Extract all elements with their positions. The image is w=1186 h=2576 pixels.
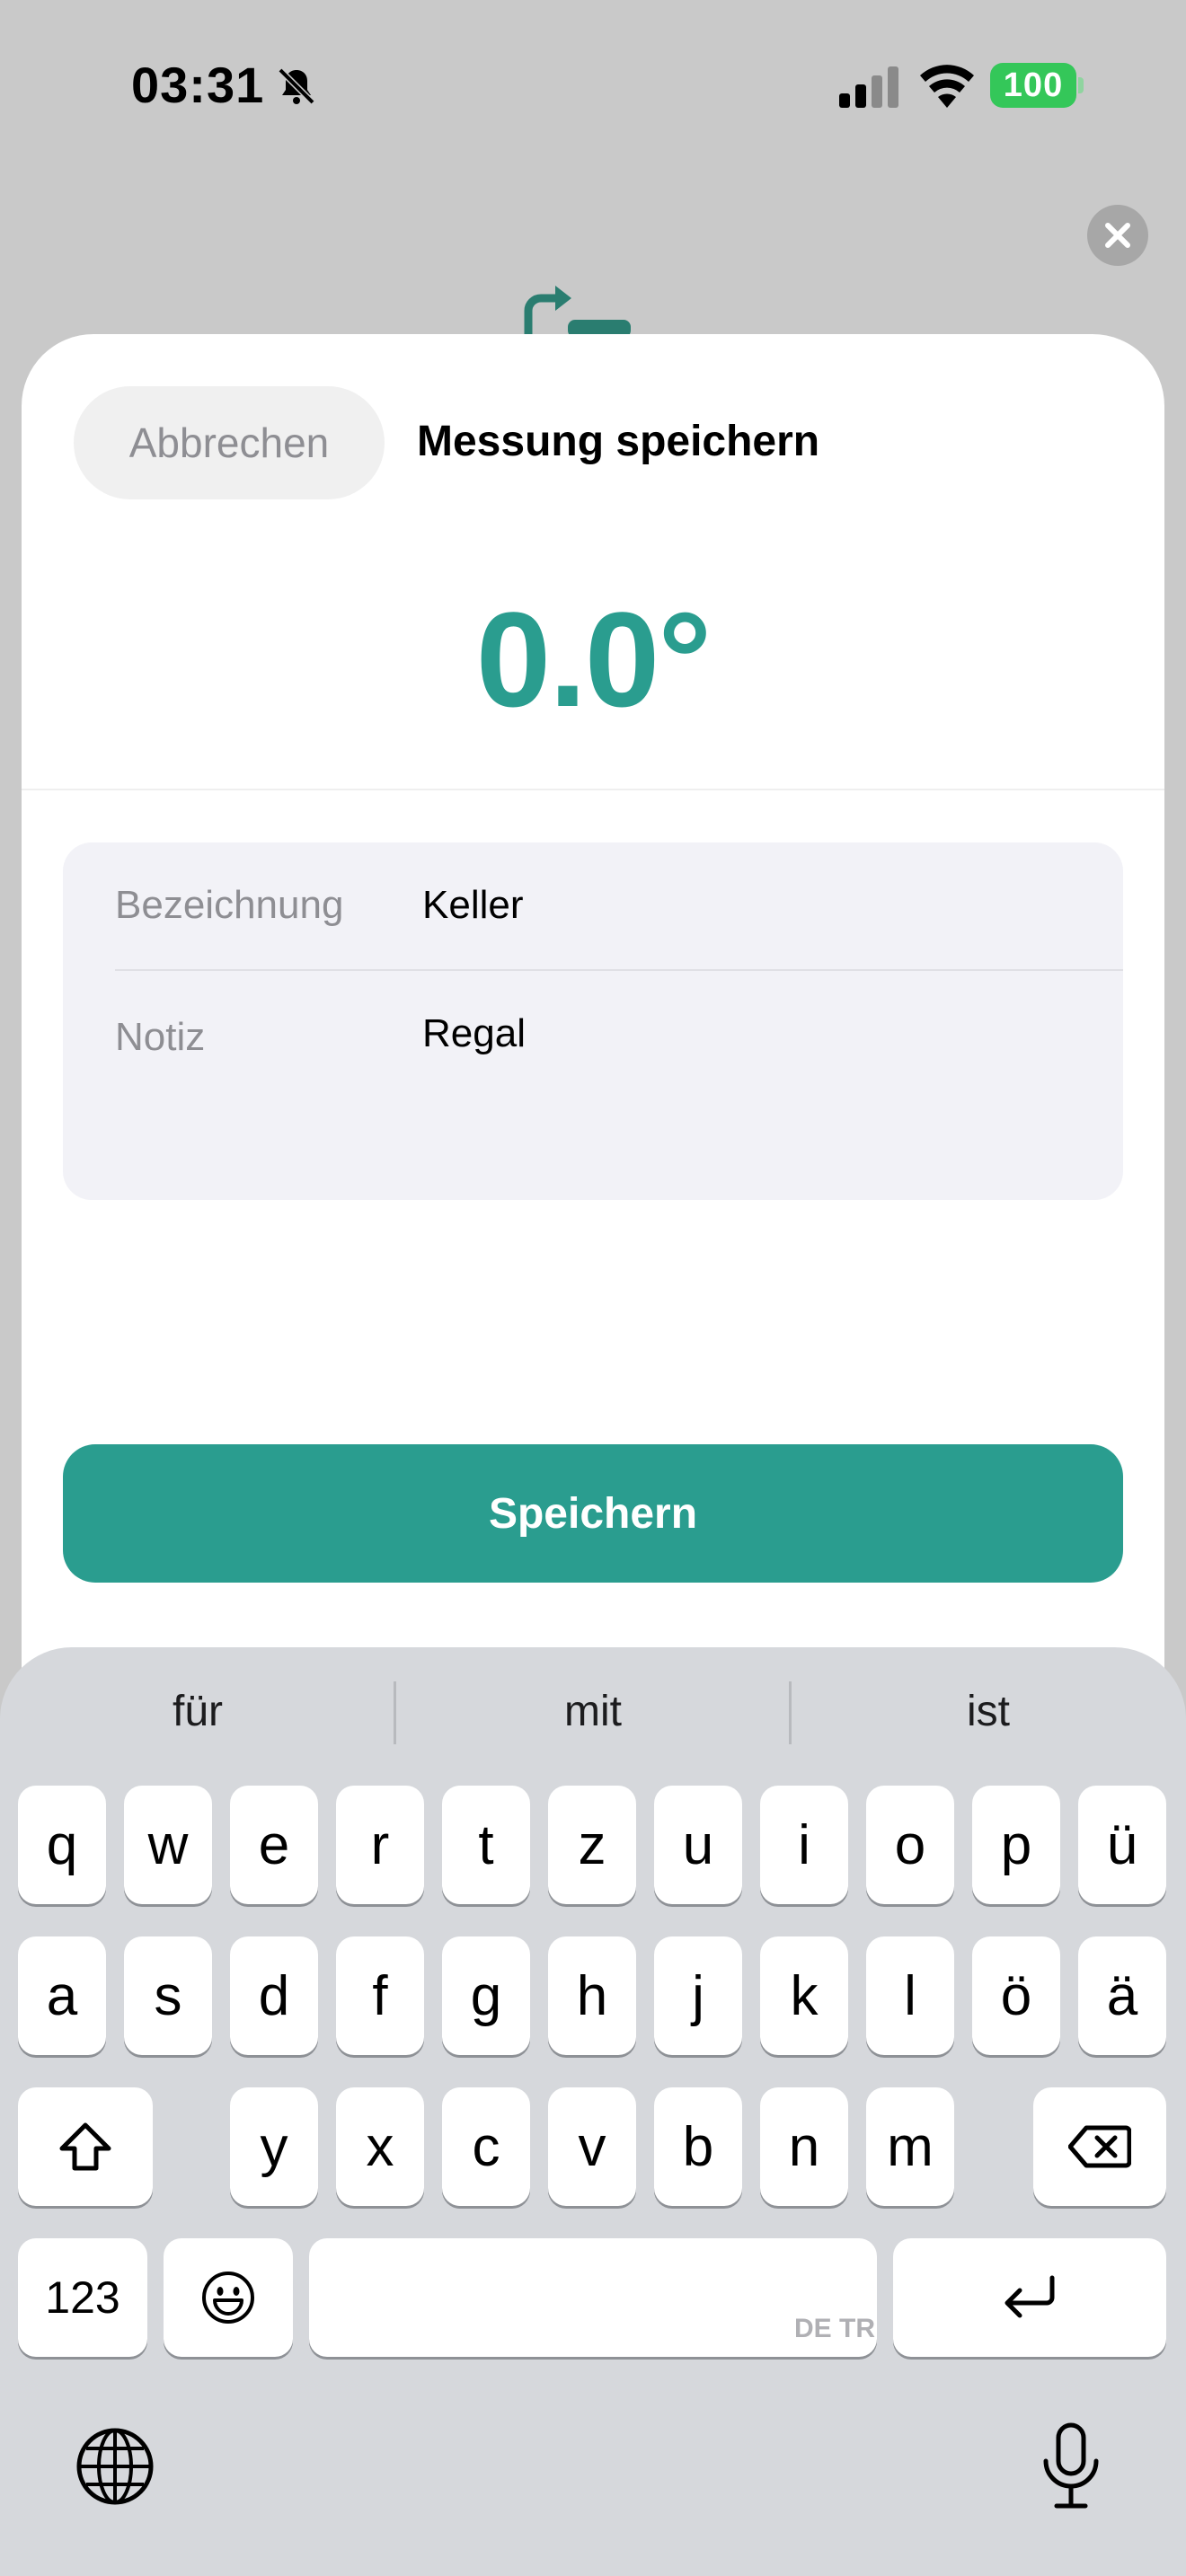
- shift-icon: [59, 2122, 111, 2171]
- microphone-icon[interactable]: [1040, 2422, 1102, 2511]
- rotate-icon: [524, 286, 631, 334]
- suggestion-1[interactable]: für: [54, 1687, 341, 1736]
- key[interactable]: y: [230, 2087, 318, 2206]
- key[interactable]: i: [760, 1786, 848, 1904]
- key[interactable]: b: [654, 2087, 742, 2206]
- suggestion-2[interactable]: mit: [449, 1687, 737, 1736]
- battery-icon: 100: [990, 63, 1076, 108]
- name-field[interactable]: Keller: [422, 883, 524, 928]
- key[interactable]: e: [230, 1786, 318, 1904]
- key[interactable]: k: [760, 1936, 848, 2055]
- key[interactable]: t: [442, 1786, 530, 1904]
- emoji-key[interactable]: [164, 2238, 293, 2357]
- status-time: 03:31: [131, 57, 265, 113]
- key[interactable]: q: [18, 1786, 106, 1904]
- key[interactable]: j: [654, 1936, 742, 2055]
- key[interactable]: u: [654, 1786, 742, 1904]
- key[interactable]: v: [548, 2087, 636, 2206]
- backspace-key[interactable]: [1033, 2087, 1166, 2206]
- suggestion-3[interactable]: ist: [845, 1687, 1132, 1736]
- backspace-icon: [1068, 2125, 1131, 2168]
- key[interactable]: c: [442, 2087, 530, 2206]
- emoji-icon: [202, 2272, 254, 2324]
- note-label: Notiz: [115, 1015, 206, 1059]
- space-language-label: DE TR: [794, 2314, 875, 2343]
- return-icon: [1005, 2275, 1055, 2318]
- note-field[interactable]: Regal: [422, 1011, 526, 1056]
- key[interactable]: a: [18, 1936, 106, 2055]
- key[interactable]: n: [760, 2087, 848, 2206]
- wifi-icon: [920, 65, 974, 108]
- space-key[interactable]: [309, 2238, 877, 2357]
- sheet-title: Messung speichern: [417, 418, 820, 465]
- key[interactable]: r: [336, 1786, 424, 1904]
- key[interactable]: l: [866, 1936, 954, 2055]
- key[interactable]: o: [866, 1786, 954, 1904]
- status-bar: 03:31 100: [0, 0, 1186, 171]
- divider: [22, 789, 1164, 790]
- suggestion-divider: [394, 1681, 396, 1744]
- suggestion-divider: [789, 1681, 792, 1744]
- angle-value: 0.0°: [475, 584, 712, 735]
- key[interactable]: m: [866, 2087, 954, 2206]
- form-divider: [115, 969, 1123, 971]
- cellular-signal-icon: [839, 66, 898, 108]
- name-label: Bezeichnung: [115, 883, 344, 927]
- key[interactable]: z: [548, 1786, 636, 1904]
- key[interactable]: ü: [1078, 1786, 1166, 1904]
- key[interactable]: f: [336, 1936, 424, 2055]
- key[interactable]: w: [124, 1786, 212, 1904]
- globe-icon[interactable]: [75, 2427, 155, 2506]
- save-button[interactable]: Speichern: [63, 1444, 1123, 1583]
- key[interactable]: g: [442, 1936, 530, 2055]
- key[interactable]: h: [548, 1936, 636, 2055]
- key[interactable]: x: [336, 2087, 424, 2206]
- key[interactable]: s: [124, 1936, 212, 2055]
- key[interactable]: p: [972, 1786, 1060, 1904]
- numbers-key[interactable]: 123: [18, 2238, 147, 2357]
- key[interactable]: ö: [972, 1936, 1060, 2055]
- close-icon[interactable]: [1087, 205, 1148, 266]
- shift-key[interactable]: [18, 2087, 153, 2206]
- close-x-icon: [1105, 223, 1130, 248]
- return-key[interactable]: [893, 2238, 1166, 2357]
- cancel-button[interactable]: Abbrechen: [74, 386, 385, 499]
- battery-cap: [1078, 77, 1084, 93]
- key[interactable]: d: [230, 1936, 318, 2055]
- key[interactable]: ä: [1078, 1936, 1166, 2055]
- bell-slash-icon: [278, 67, 315, 105]
